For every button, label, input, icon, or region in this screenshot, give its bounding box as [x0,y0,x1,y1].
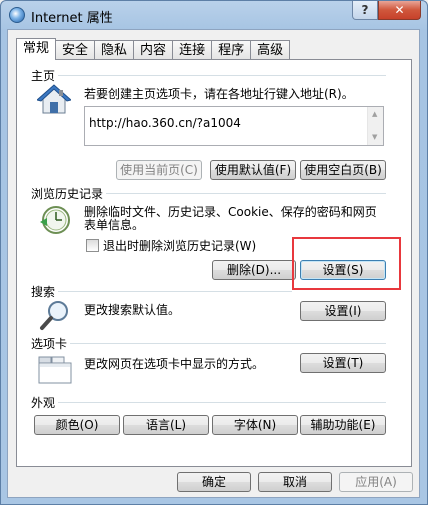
home-section-divider [58,75,386,76]
fonts-button[interactable]: 字体(N) [212,415,298,435]
appearance-section-divider [58,402,386,403]
delete-on-exit-label[interactable]: 退出时删除浏览历史记录(W) [103,239,256,253]
delete-history-button[interactable]: 删除(D)... [212,260,296,280]
apply-button[interactable]: 应用(A) [339,472,413,492]
tabs-settings-button[interactable]: 设置(T) [300,353,386,373]
tab-programs[interactable]: 程序 [212,40,252,60]
home-page-url-input[interactable]: http://hao.360.cn/?a1004 ▲ ▼ [84,106,384,146]
cancel-button[interactable]: 取消 [258,472,332,492]
help-button[interactable]: ? [352,1,378,20]
scroll-up-icon[interactable]: ▲ [372,110,377,118]
ok-button[interactable]: 确定 [177,472,251,492]
tab-strip: 常规 安全 隐私 内容 连接 程序 高级 [16,38,291,60]
tabs-window-icon [38,353,72,385]
tab-advanced[interactable]: 高级 [251,40,291,60]
window-title: Internet 属性 [31,11,113,26]
tab-connections[interactable]: 连接 [173,40,213,60]
appearance-section-title: 外观 [31,396,56,410]
use-blank-button[interactable]: 使用空白页(B) [300,160,386,180]
tabs-description: 更改网页在选项卡中显示的方式。 [84,357,265,371]
scroll-down-icon[interactable]: ▼ [372,133,377,141]
home-page-url-value: http://hao.360.cn/?a1004 [89,116,241,130]
languages-button[interactable]: 语言(L) [123,415,209,435]
home-icon [37,84,71,116]
tabs-section-title: 选项卡 [31,337,68,351]
tab-privacy[interactable]: 隐私 [95,40,135,60]
title-bar[interactable]: Internet 属性 ? ✕ [1,1,427,29]
history-section-divider [106,193,386,194]
tabs-section-divider [70,343,386,344]
history-clock-icon [38,204,72,236]
accessibility-button[interactable]: 辅助功能(E) [300,415,386,435]
search-description: 更改搜索默认值。 [84,303,181,317]
colors-button[interactable]: 颜色(O) [34,415,120,435]
tab-security[interactable]: 安全 [56,40,96,60]
use-current-button[interactable]: 使用当前页(C) [116,160,202,180]
search-settings-button[interactable]: 设置(I) [300,301,386,321]
search-magnifier-icon [39,299,71,331]
home-section-title: 主页 [31,69,56,83]
internet-options-icon [9,7,25,23]
use-default-button[interactable]: 使用默认值(F) [210,160,296,180]
delete-on-exit-checkbox[interactable] [86,239,99,252]
history-section-title: 浏览历史记录 [31,187,104,201]
tab-general[interactable]: 常规 [16,38,57,60]
history-description-line2: 表单信息。 [84,218,145,232]
search-section-divider [58,291,292,292]
close-button[interactable]: ✕ [378,1,421,20]
tab-content[interactable]: 内容 [134,40,174,60]
home-description: 若要创建主页选项卡，请在各地址行键入地址(R)。 [84,87,354,101]
history-description-line1: 删除临时文件、历史记录、Cookie、保存的密码和网页 [84,205,377,219]
url-scrollbar[interactable]: ▲ ▼ [367,107,383,145]
search-section-title: 搜索 [31,285,56,299]
annotation-highlight-box [292,237,401,290]
